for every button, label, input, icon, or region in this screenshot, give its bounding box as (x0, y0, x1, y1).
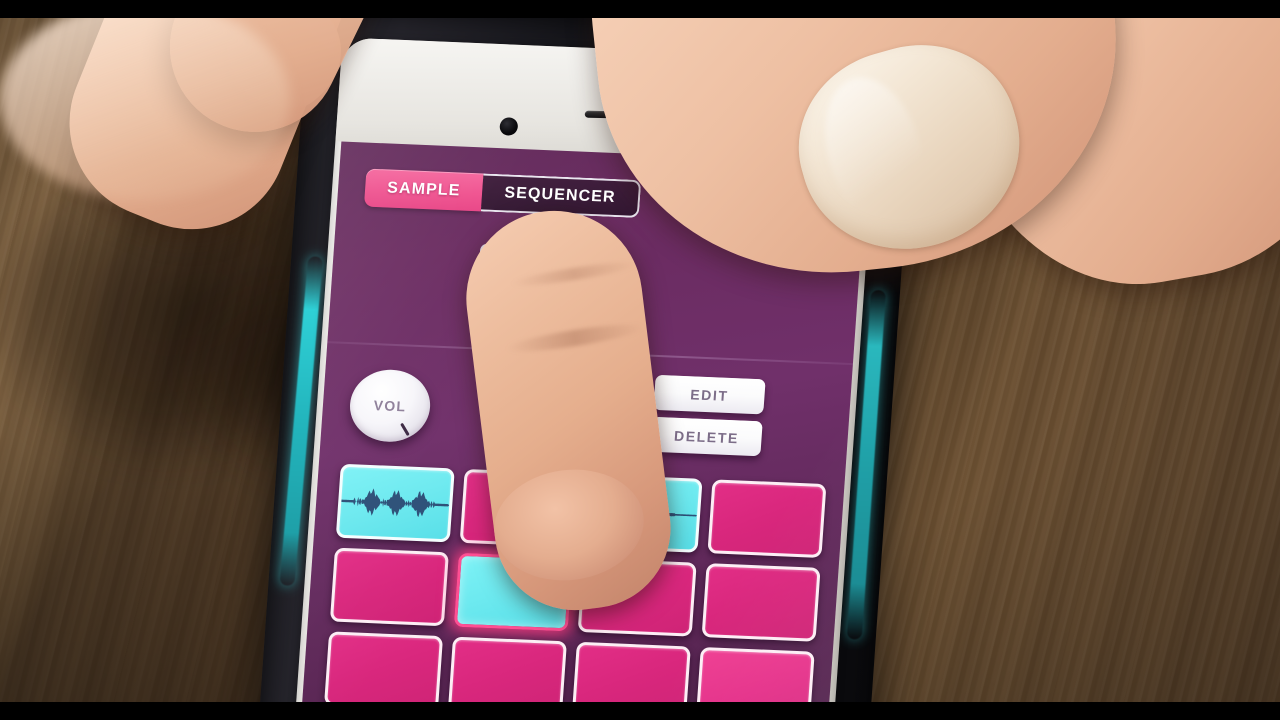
controls-row: VOL PAN EDIT DELETE (319, 355, 852, 481)
phone-front-bezel: SAMPLE SEQUENCER VOL PAN EDIT DELETE (293, 37, 881, 720)
pan-knob-pointer (614, 432, 625, 447)
pad-grid (318, 463, 827, 720)
pad-6[interactable] (453, 552, 573, 632)
pad-3[interactable] (583, 474, 703, 553)
volume-knob-pointer (400, 422, 410, 437)
source-record-button[interactable] (477, 243, 543, 290)
photo-scene: SAMPLE SEQUENCER VOL PAN EDIT DELETE (0, 0, 1280, 720)
tab-sequencer[interactable]: SEQUENCER (481, 173, 641, 218)
edit-button[interactable]: EDIT (653, 374, 766, 415)
tab-bar: SAMPLE SEQUENCER (363, 168, 641, 218)
pad-9[interactable] (324, 631, 444, 711)
record-circle-icon (489, 245, 531, 288)
letterbox-bar-top (0, 0, 1280, 18)
app-screen: SAMPLE SEQUENCER VOL PAN EDIT DELETE (299, 141, 867, 720)
smartphone: SAMPLE SEQUENCER VOL PAN EDIT DELETE (255, 6, 919, 720)
pad-1[interactable] (335, 463, 455, 543)
tab-sample[interactable]: SAMPLE (363, 168, 484, 212)
volume-knob[interactable]: VOL (347, 368, 433, 444)
pad-waveform (588, 488, 699, 538)
pad-5[interactable] (329, 547, 449, 627)
pad-8[interactable] (701, 563, 821, 642)
letterbox-bar-bottom (0, 702, 1280, 720)
volume-knob-label: VOL (373, 397, 407, 415)
pan-knob[interactable]: PAN (560, 379, 646, 455)
pad-4[interactable] (707, 479, 827, 558)
delete-button[interactable]: DELETE (650, 416, 763, 457)
pad-7[interactable] (577, 557, 697, 637)
pad-waveform (340, 478, 451, 528)
pad-2[interactable] (459, 468, 579, 548)
pan-knob-label: PAN (585, 408, 620, 426)
